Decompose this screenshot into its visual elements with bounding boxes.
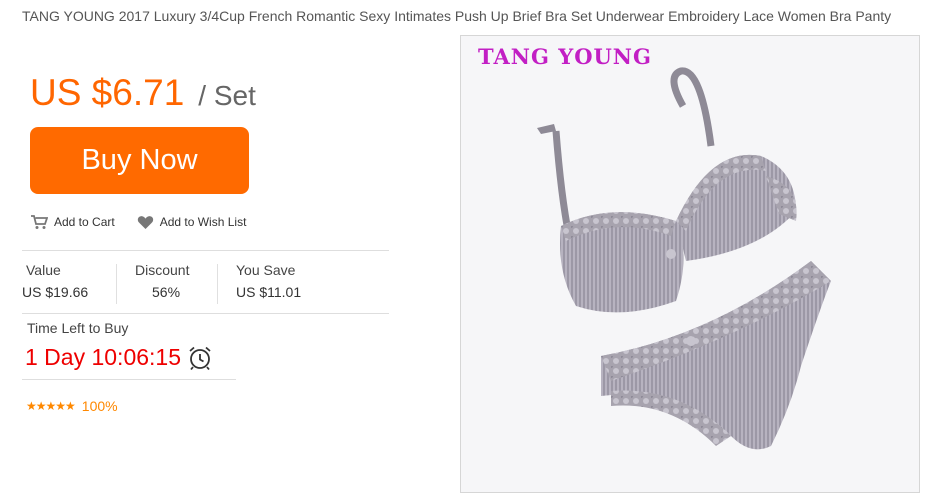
countdown-value: 1 Day 10:06:15 (25, 344, 182, 370)
brand-watermark: TANG YOUNG (478, 44, 652, 69)
price-unit: / Set (198, 80, 256, 111)
stat-value-label: Value (26, 262, 61, 278)
divider (22, 313, 389, 314)
timer-label: Time Left to Buy (27, 320, 129, 336)
divider (22, 250, 389, 251)
product-title: TANG YOUNG 2017 Luxury 3/4Cup French Rom… (22, 8, 892, 24)
price-stats: Value US $19.66 Discount 56% You Save US… (22, 262, 336, 304)
add-to-wishlist-link[interactable]: Add to Wish List (137, 215, 247, 230)
product-photo (461, 36, 919, 492)
add-to-cart-link[interactable]: Add to Cart (30, 214, 115, 230)
stat-value-amount: US $19.66 (22, 284, 89, 300)
product-image[interactable] (460, 35, 920, 493)
stat-save-amount: US $11.01 (236, 284, 302, 300)
action-row: Add to Cart Add to Wish List (30, 214, 246, 230)
divider (22, 379, 236, 380)
buy-now-button[interactable]: Buy Now (30, 127, 249, 194)
heart-icon (137, 215, 153, 229)
stat-separator (116, 264, 117, 304)
add-to-cart-label: Add to Cart (54, 215, 115, 229)
stat-save: You Save US $11.01 (232, 262, 336, 304)
cart-icon (31, 215, 48, 229)
price-row: US $6.71 / Set (30, 72, 256, 114)
rating-percent: 100% (81, 398, 118, 414)
star-icon: ★★★★★ (26, 399, 76, 413)
stat-discount-label: Discount (135, 262, 190, 278)
alarm-clock-icon (189, 346, 211, 370)
price: US $6.71 (30, 72, 185, 113)
stat-separator (217, 264, 218, 304)
stat-discount: Discount 56% (131, 262, 217, 304)
countdown-timer: 1 Day 10:06:15 (25, 344, 213, 371)
rating: ★★★★★ 100% (26, 398, 118, 414)
stat-save-label: You Save (236, 262, 296, 278)
add-to-wishlist-label: Add to Wish List (159, 215, 247, 229)
stat-discount-amount: 56% (152, 284, 181, 300)
stat-value: Value US $19.66 (22, 262, 116, 304)
